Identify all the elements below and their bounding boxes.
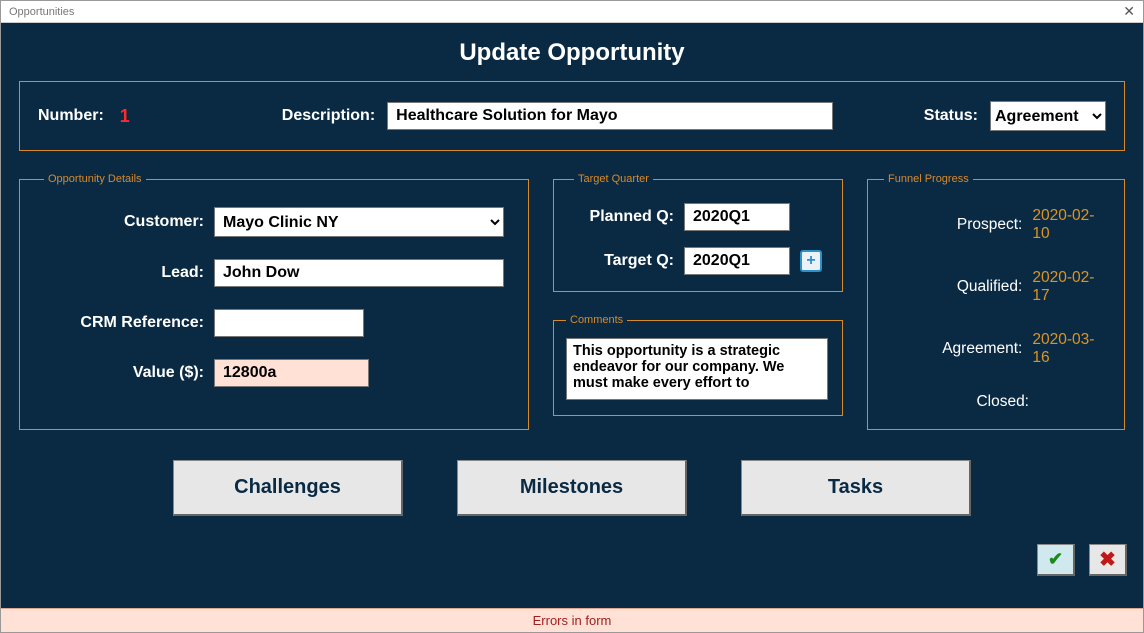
milestones-button[interactable]: Milestones bbox=[457, 460, 687, 516]
lead-input[interactable] bbox=[214, 259, 504, 287]
target-quarter-legend: Target Quarter bbox=[574, 173, 653, 185]
target-q-label: Target Q: bbox=[574, 252, 684, 270]
check-icon: ✔ bbox=[1048, 549, 1063, 570]
content: Update Opportunity Number: 1 Description… bbox=[1, 23, 1143, 608]
planned-q-label: Planned Q: bbox=[574, 208, 684, 226]
comments-textarea[interactable] bbox=[566, 338, 828, 400]
description-label: Description: bbox=[282, 107, 375, 125]
qualified-date: 2020-02-17 bbox=[1032, 269, 1108, 305]
funnel-progress-legend: Funnel Progress bbox=[884, 173, 973, 185]
page-title: Update Opportunity bbox=[19, 39, 1125, 67]
value-input[interactable] bbox=[214, 359, 369, 387]
plus-icon[interactable]: + bbox=[800, 250, 822, 272]
value-label: Value ($): bbox=[44, 364, 214, 382]
bottom-actions: ✔ ✖ bbox=[1037, 544, 1127, 576]
agreement-label: Agreement: bbox=[884, 340, 1032, 358]
buttons-row: Challenges Milestones Tasks bbox=[19, 460, 1125, 516]
window-title: Opportunities bbox=[9, 6, 74, 18]
cancel-button[interactable]: ✖ bbox=[1089, 544, 1127, 576]
challenges-button[interactable]: Challenges bbox=[173, 460, 403, 516]
number-value: 1 bbox=[120, 106, 130, 127]
titlebar: Opportunities ✕ bbox=[1, 1, 1143, 23]
opportunity-details-legend: Opportunity Details bbox=[44, 173, 146, 185]
error-bar: Errors in form bbox=[1, 608, 1143, 632]
comments-fieldset: Comments bbox=[553, 314, 843, 416]
comments-legend: Comments bbox=[566, 314, 627, 326]
qualified-label: Qualified: bbox=[884, 278, 1032, 296]
target-q-input[interactable] bbox=[684, 247, 790, 275]
closed-label: Closed: bbox=[884, 393, 1039, 411]
crm-reference-input[interactable] bbox=[214, 309, 364, 337]
close-icon[interactable]: ✕ bbox=[1119, 3, 1139, 20]
header-box: Number: 1 Description: Status: Agreement bbox=[19, 81, 1125, 151]
number-label: Number: bbox=[38, 107, 104, 125]
agreement-date: 2020-03-16 bbox=[1032, 331, 1108, 367]
opportunity-details-fieldset: Opportunity Details Customer: Mayo Clini… bbox=[19, 173, 529, 430]
funnel-progress-fieldset: Funnel Progress Prospect: 2020-02-10 Qua… bbox=[867, 173, 1125, 430]
crm-label: CRM Reference: bbox=[44, 314, 214, 332]
customer-label: Customer: bbox=[44, 213, 214, 231]
status-label: Status: bbox=[924, 107, 978, 125]
target-quarter-fieldset: Target Quarter Planned Q: Target Q: + bbox=[553, 173, 843, 292]
right-column: Target Quarter Planned Q: Target Q: + Co… bbox=[553, 173, 843, 430]
description-input[interactable] bbox=[387, 102, 833, 130]
mid-section: Opportunity Details Customer: Mayo Clini… bbox=[19, 173, 1125, 430]
prospect-date: 2020-02-10 bbox=[1032, 207, 1108, 243]
cross-icon: ✖ bbox=[1099, 547, 1116, 572]
window: Opportunities ✕ Update Opportunity Numbe… bbox=[0, 0, 1144, 633]
lead-label: Lead: bbox=[44, 264, 214, 282]
tasks-button[interactable]: Tasks bbox=[741, 460, 971, 516]
confirm-button[interactable]: ✔ bbox=[1037, 544, 1075, 576]
prospect-label: Prospect: bbox=[884, 216, 1032, 234]
planned-q-input[interactable] bbox=[684, 203, 790, 231]
status-select[interactable]: Agreement bbox=[990, 101, 1106, 131]
customer-select[interactable]: Mayo Clinic NY bbox=[214, 207, 504, 237]
